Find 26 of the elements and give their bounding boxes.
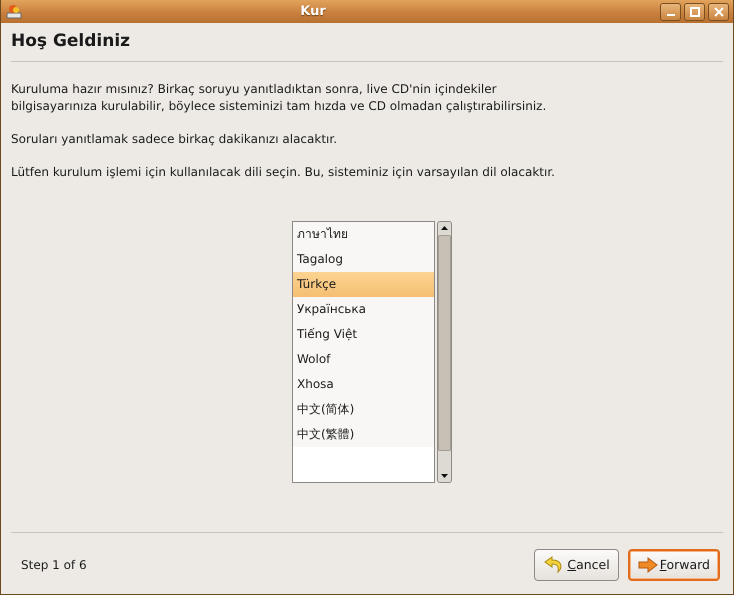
maximize-icon bbox=[690, 6, 700, 16]
language-item[interactable]: Tiếng Việt bbox=[293, 322, 434, 346]
close-button[interactable] bbox=[708, 2, 729, 20]
scrollbar[interactable] bbox=[437, 220, 452, 482]
language-item[interactable]: Wolof bbox=[293, 346, 434, 372]
installer-icon bbox=[5, 2, 23, 20]
language-item[interactable]: Tagalog bbox=[293, 246, 434, 272]
language-item[interactable]: 中文(繁體) bbox=[293, 422, 434, 446]
paragraph: Soruları yanıtlamak sadece birkaç dakikanızı alacaktır. bbox=[11, 130, 338, 148]
language-item[interactable]: 中文(简体) bbox=[293, 396, 434, 422]
paragraph: Kuruluma hazır mısınız? Birkaç soruyu yanıtladıktan sonra, live CD'nin içindekiler bilgisayarınıza kurulabilir, böylece sisteminizi tam hızda ve CD olmadan çalıştırabilirsiniz. bbox=[11, 80, 548, 114]
forward-button[interactable]: Forward bbox=[628, 549, 720, 581]
window-title: Kur bbox=[299, 2, 327, 21]
language-item[interactable]: Українська bbox=[293, 296, 434, 322]
close-icon bbox=[714, 6, 724, 16]
cancel-button[interactable]: Cancel bbox=[534, 549, 619, 581]
page-heading: Hoş Geldiniz bbox=[11, 29, 723, 62]
maximize-button[interactable] bbox=[684, 2, 705, 20]
forward-arrow-icon bbox=[638, 556, 658, 574]
paragraph: Lütfen kurulum işlemi için kullanılacak dili seçin. Bu, sisteminiz için varsayılan dil olacaktır. bbox=[11, 164, 556, 180]
language-item[interactable]: ภาษาไทย bbox=[293, 222, 434, 246]
language-item[interactable]: Xhosa bbox=[293, 372, 434, 396]
minimize-icon bbox=[666, 14, 674, 16]
minimize-button[interactable] bbox=[660, 2, 681, 20]
step-label: Step 1 of 6 bbox=[21, 557, 87, 574]
language-item[interactable]: Türkçe bbox=[293, 272, 434, 296]
